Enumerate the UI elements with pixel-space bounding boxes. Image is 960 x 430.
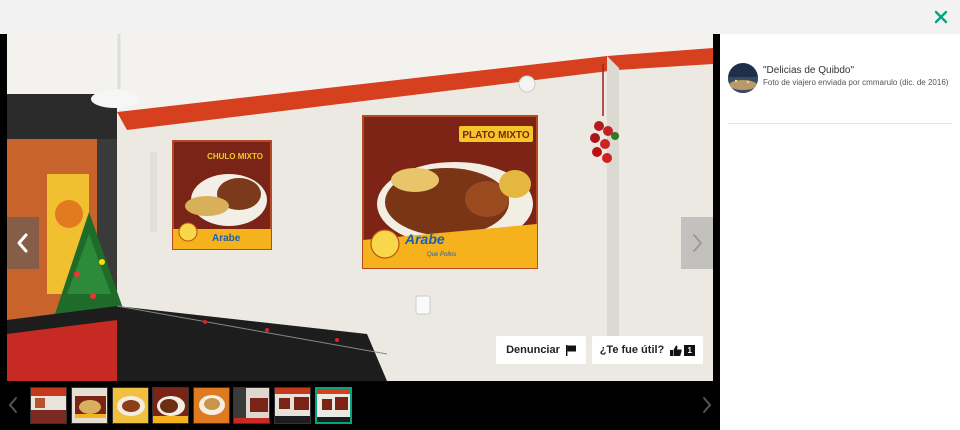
avatar-image <box>728 63 758 93</box>
thumbnail-6[interactable] <box>233 387 270 424</box>
thumbnail-image <box>234 388 269 423</box>
thumbnail-8-active[interactable] <box>315 387 352 424</box>
close-button[interactable] <box>930 6 952 28</box>
thumbnail-1[interactable] <box>30 387 67 424</box>
thumbnail-strip <box>0 381 720 430</box>
thumbnail-image <box>317 389 350 422</box>
main-photo: CHULO MIXTO Arabe PLATO MIXTO Arabe Qué … <box>7 34 713 381</box>
previous-photo-button[interactable] <box>7 217 39 269</box>
photo-meta: Foto de viajero enviada por cmmarulo (di… <box>763 78 949 87</box>
photo-viewer: CHULO MIXTO Arabe PLATO MIXTO Arabe Qué … <box>0 34 720 430</box>
flag-icon <box>565 344 576 356</box>
thumbnail-image <box>31 388 66 423</box>
thumbnail-7[interactable] <box>274 387 311 424</box>
left-sign-label: CHULO MIXTO <box>207 152 263 161</box>
chevron-right-icon <box>693 234 702 252</box>
right-sign-brand: Arabe <box>404 231 445 247</box>
thumbnail-image <box>153 388 188 423</box>
uploader-info: "Delicias de Quibdo" Foto de viajero env… <box>728 63 954 103</box>
close-icon <box>934 10 948 24</box>
thumbnails-next-button[interactable] <box>700 394 714 416</box>
thumbs-up-icon <box>670 345 682 356</box>
thumbnail-2[interactable] <box>71 387 108 424</box>
thumbnail-3[interactable] <box>112 387 149 424</box>
helpful-count-badge: 1 <box>684 344 696 356</box>
right-sign-slogan: Qué Pollos <box>427 252 456 258</box>
thumbnails-prev-button[interactable] <box>6 394 20 416</box>
divider <box>728 123 952 124</box>
thumbnail-4[interactable] <box>152 387 189 424</box>
thumbnail-image <box>72 388 107 423</box>
chevron-right-icon <box>703 397 712 413</box>
thumbnail-image <box>194 388 229 423</box>
restaurant-photo: CHULO MIXTO Arabe PLATO MIXTO Arabe Qué … <box>7 34 713 381</box>
chevron-left-icon <box>17 233 28 253</box>
chevron-left-icon <box>8 397 17 413</box>
left-sign-brand: Arabe <box>212 233 241 244</box>
helpful-button[interactable]: ¿Te fue útil? 1 <box>592 336 703 364</box>
next-photo-button[interactable] <box>681 217 713 269</box>
thumbnail-image <box>275 388 310 423</box>
report-label: Denunciar <box>506 344 560 356</box>
avatar[interactable] <box>728 63 758 93</box>
top-bar <box>0 0 960 34</box>
photo-title: "Delicias de Quibdo" <box>763 65 855 76</box>
right-sign-label: PLATO MIXTO <box>462 130 529 141</box>
thumbnail-image <box>113 388 148 423</box>
photo-info-panel: "Delicias de Quibdo" Foto de viajero env… <box>720 34 960 430</box>
thumbnail-5[interactable] <box>193 387 230 424</box>
helpful-label: ¿Te fue útil? <box>599 344 665 356</box>
report-button[interactable]: Denunciar <box>496 336 586 364</box>
